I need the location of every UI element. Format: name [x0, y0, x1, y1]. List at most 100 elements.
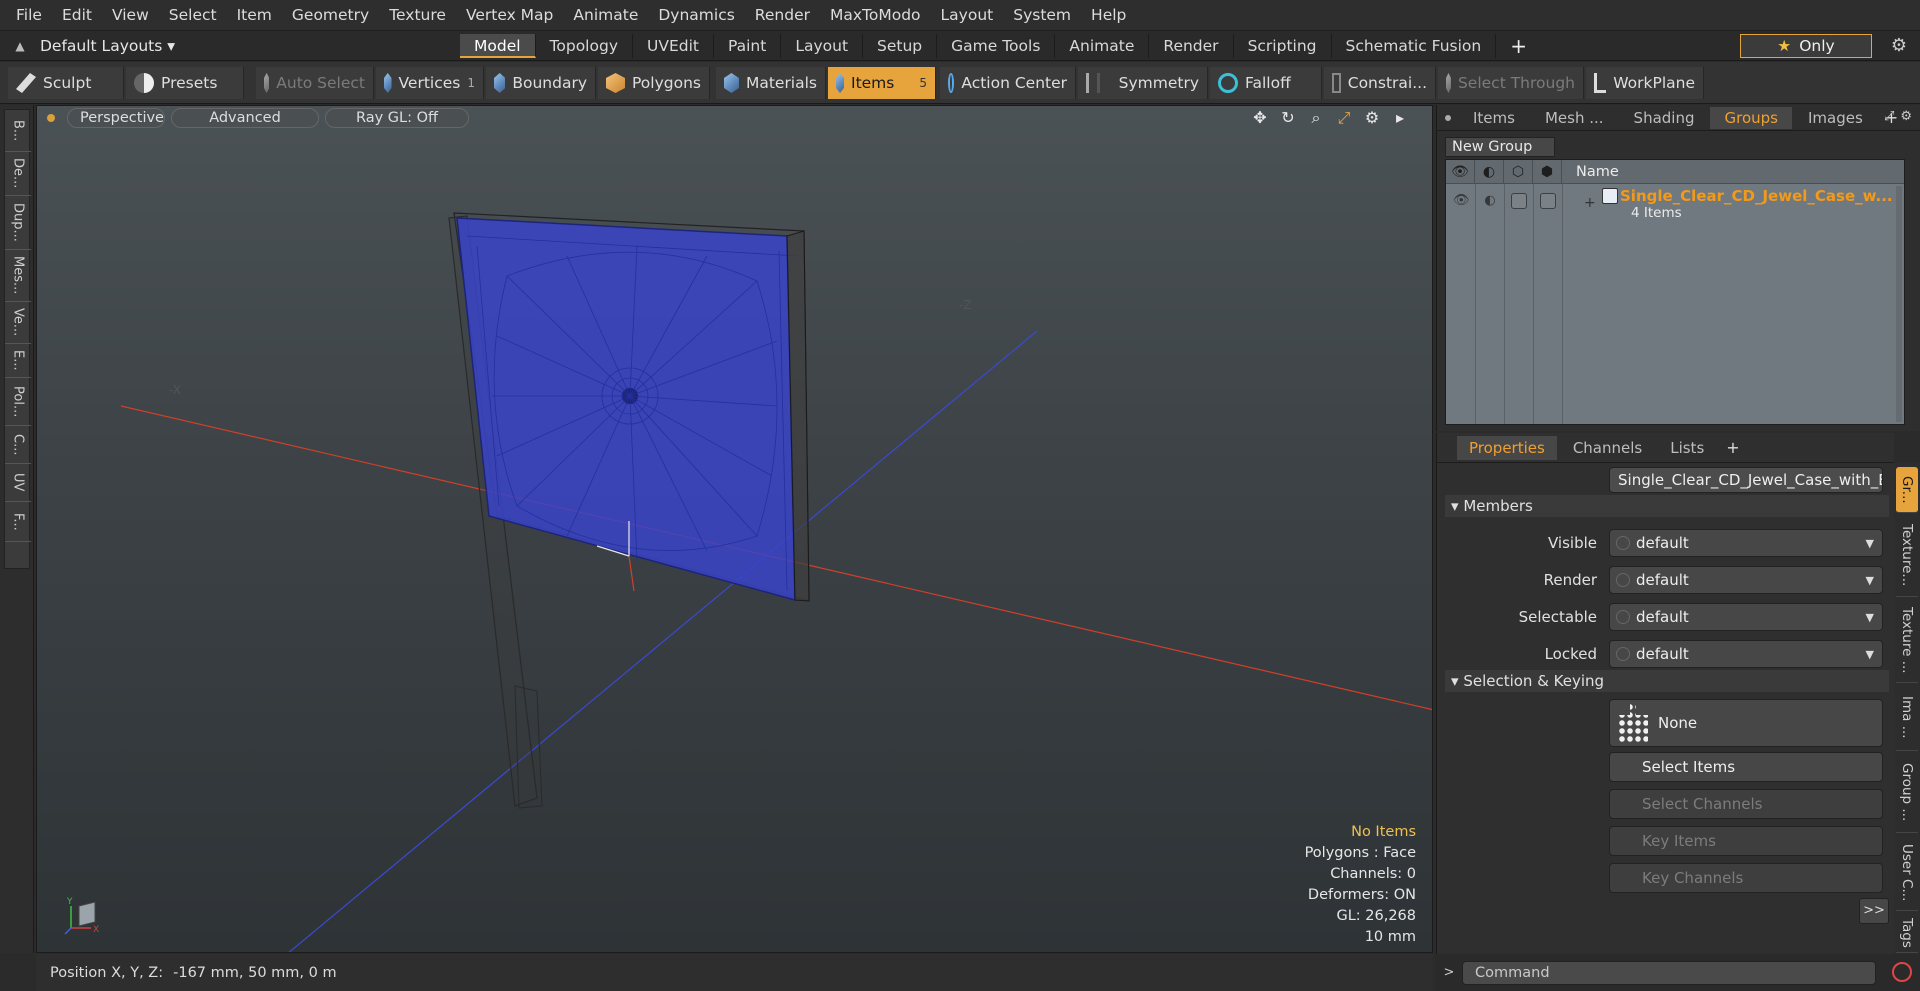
tab-groups[interactable]: Groups	[1710, 106, 1792, 129]
selection-keying-section[interactable]: ▾ Selection & Keying	[1445, 670, 1889, 692]
view-mode-dropdown[interactable]: Perspective	[67, 108, 165, 128]
action-center-button[interactable]: Action Center	[940, 67, 1076, 99]
raygl-toggle[interactable]: Ray GL: Off	[325, 108, 469, 128]
tab-properties[interactable]: Properties	[1457, 435, 1557, 460]
sculpt-button[interactable]: Sculpt	[8, 67, 124, 99]
visible-dropdown[interactable]: default ▼	[1609, 529, 1883, 557]
right-tab-texture-1[interactable]: Texture...	[1896, 515, 1918, 597]
left-tab-curve[interactable]: C...	[5, 426, 31, 464]
tab-images[interactable]: Images	[1794, 107, 1877, 129]
left-tab-uv[interactable]: UV	[5, 464, 31, 502]
group-name[interactable]: Single_Clear_CD_Jewel_Case_w...	[1620, 187, 1893, 205]
tab-lists[interactable]: Lists	[1658, 436, 1716, 460]
menu-view[interactable]: View	[102, 6, 159, 24]
right-tab-texture-2[interactable]: Texture ...	[1896, 599, 1918, 683]
viewport-more-icon[interactable]: ▸	[1390, 108, 1410, 128]
only-button[interactable]: ★ Only	[1740, 34, 1872, 58]
new-group-button[interactable]: New Group	[1445, 137, 1555, 157]
tab-game-tools[interactable]: Game Tools	[937, 33, 1056, 58]
polygons-button[interactable]: Polygons	[598, 67, 710, 99]
gear-icon[interactable]: ⚙	[1888, 35, 1910, 57]
right-tab-group-2[interactable]: Group ...	[1896, 753, 1918, 833]
command-history-icon[interactable]: >	[1436, 965, 1462, 980]
auto-select-button[interactable]: Auto Select	[256, 67, 374, 99]
group-row[interactable]: 👁 ◐ + Single_Clear_CD_Jewel_Case_w... 4 …	[1446, 185, 1904, 223]
menu-render[interactable]: Render	[745, 6, 820, 24]
tab-layout[interactable]: Layout	[781, 33, 864, 58]
panel-menu-dot-icon[interactable]	[1445, 114, 1451, 121]
constraints-button[interactable]: Constrai...	[1324, 67, 1436, 99]
menu-layout[interactable]: Layout	[931, 6, 1004, 24]
tab-shading[interactable]: Shading	[1620, 107, 1709, 129]
select-through-button[interactable]: Select Through	[1438, 67, 1584, 99]
menu-animate[interactable]: Animate	[563, 6, 648, 24]
selectable-dropdown[interactable]: default ▼	[1609, 603, 1883, 631]
maximize-icon[interactable]: ⤢	[1884, 109, 1894, 124]
locked-dropdown[interactable]: default ▼	[1609, 640, 1883, 668]
tab-items[interactable]: Items	[1459, 107, 1529, 129]
tab-setup[interactable]: Setup	[863, 33, 938, 58]
command-input[interactable]: Command	[1462, 960, 1876, 985]
menu-help[interactable]: Help	[1081, 6, 1136, 24]
left-tab-mesh[interactable]: Mes...	[5, 250, 31, 302]
left-tab-polygon[interactable]: Pol...	[5, 378, 31, 426]
name-field[interactable]: Single_Clear_CD_Jewel_Case_with_Bl	[1609, 467, 1883, 493]
row-render-icon[interactable]: ◐	[1482, 193, 1498, 209]
left-tab-basic[interactable]: B...	[5, 110, 31, 152]
menu-file[interactable]: File	[6, 6, 52, 24]
expand-row-icon[interactable]: +	[1584, 195, 1596, 211]
left-tab-edge[interactable]: E...	[5, 344, 31, 378]
left-tab-fusion[interactable]: F...	[5, 502, 31, 542]
members-section[interactable]: ▾ Members	[1445, 495, 1889, 517]
render-dropdown[interactable]: default ▼	[1609, 566, 1883, 594]
falloff-button[interactable]: Falloff	[1210, 67, 1322, 99]
right-tab-tags[interactable]: Tags	[1896, 913, 1918, 953]
menu-texture[interactable]: Texture	[379, 6, 456, 24]
scene-canvas[interactable]: -X -Z	[37, 106, 1433, 953]
3d-viewport[interactable]: -X -Z Perspective Advanced Ray GL: Off ✥…	[36, 105, 1433, 953]
row-lock-checkbox[interactable]	[1511, 193, 1527, 209]
row-eye-icon[interactable]: 👁	[1453, 193, 1470, 209]
key-channels-button[interactable]: Key Channels	[1609, 863, 1883, 893]
key-items-button[interactable]: Key Items	[1609, 826, 1883, 856]
tab-topology[interactable]: Topology	[536, 33, 633, 58]
select-channels-button[interactable]: Select Channels	[1609, 789, 1883, 819]
tab-render[interactable]: Render	[1149, 33, 1234, 58]
menu-vertex-map[interactable]: Vertex Map	[456, 6, 563, 24]
menu-item[interactable]: Item	[227, 6, 282, 24]
collapse-arrow-icon[interactable]: ▲	[0, 39, 40, 53]
left-tab-deform[interactable]: De...	[5, 152, 31, 196]
vertices-button[interactable]: Vertices 1	[376, 67, 484, 99]
select-mesh-icon[interactable]: ⬢	[1533, 159, 1562, 184]
stop-icon[interactable]	[1892, 962, 1912, 982]
left-tab-vertex[interactable]: Ve...	[5, 302, 31, 344]
tab-channels[interactable]: Channels	[1561, 436, 1654, 460]
selection-set-dropdown[interactable]: None	[1609, 699, 1883, 747]
items-button[interactable]: Items 5	[828, 67, 936, 99]
menu-edit[interactable]: Edit	[52, 6, 102, 24]
tab-paint[interactable]: Paint	[714, 33, 782, 58]
tab-uvedit[interactable]: UVEdit	[633, 33, 714, 58]
menu-geometry[interactable]: Geometry	[282, 6, 379, 24]
tab-model[interactable]: Model	[460, 33, 536, 58]
add-tab-icon[interactable]: +	[1496, 34, 1541, 58]
add-properties-tab-icon[interactable]: +	[1720, 438, 1745, 457]
expand-button[interactable]: >>	[1859, 898, 1889, 924]
menu-maxtomodo[interactable]: MaxToModo	[820, 6, 931, 24]
groups-scrollbar[interactable]	[1896, 186, 1902, 422]
tab-scripting[interactable]: Scripting	[1234, 33, 1332, 58]
visibility-eye-icon[interactable]: 👁	[1446, 159, 1475, 184]
menu-system[interactable]: System	[1003, 6, 1081, 24]
menu-select[interactable]: Select	[159, 6, 227, 24]
fit-icon[interactable]: ⤢	[1334, 108, 1354, 128]
layouts-dropdown[interactable]: Default Layouts ▾	[40, 37, 460, 55]
viewport-menu-dot-icon[interactable]	[47, 114, 55, 122]
rotate-icon[interactable]: ↻	[1278, 108, 1298, 128]
workplane-button[interactable]: WorkPlane	[1586, 67, 1704, 99]
boundary-button[interactable]: Boundary	[486, 67, 596, 99]
presets-button[interactable]: Presets	[126, 67, 244, 99]
row-select-checkbox[interactable]	[1540, 193, 1556, 209]
left-tab-duplicate[interactable]: Dup...	[5, 196, 31, 250]
viewport-gear-icon[interactable]: ⚙	[1362, 108, 1382, 128]
zoom-icon[interactable]: ⌕	[1306, 108, 1326, 128]
